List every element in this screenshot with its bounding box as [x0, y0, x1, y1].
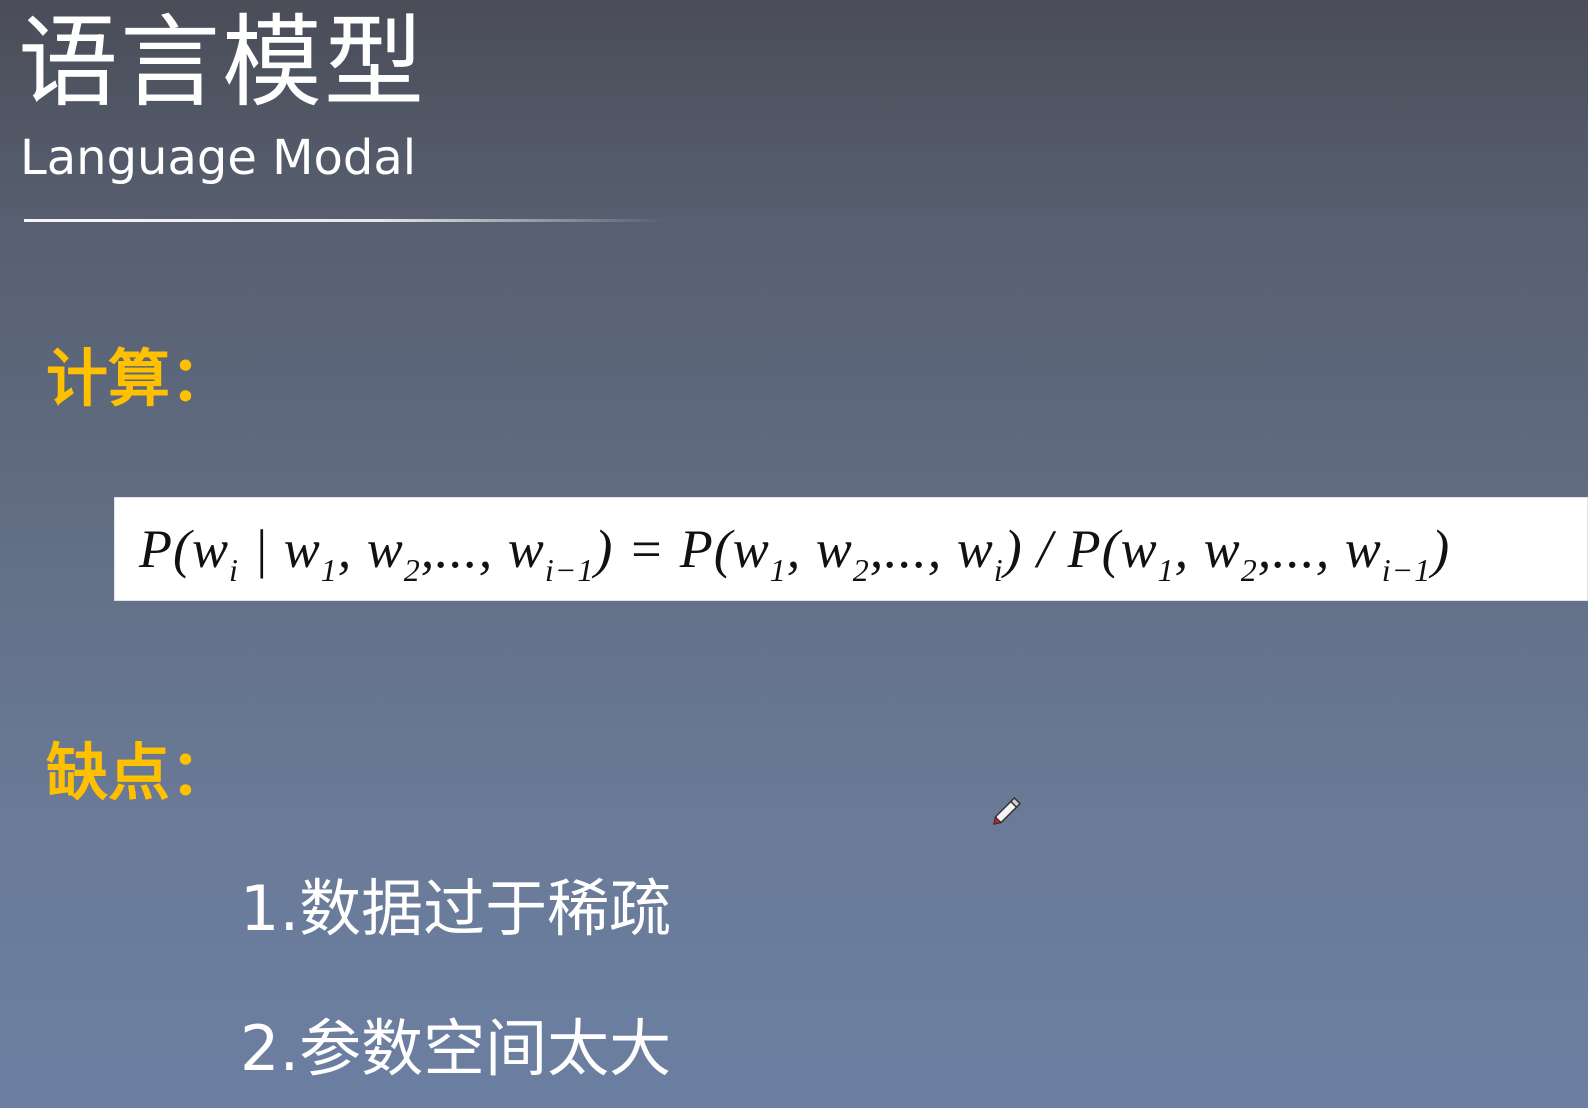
cons-heading: 缺点：	[46, 736, 233, 809]
cons-item-1: 1.数据过于稀疏	[240, 872, 672, 945]
formula: P(wi | w1, w2,..., wi−1) = P(w1, w2,...,…	[139, 509, 1450, 589]
formula-box: P(wi | w1, w2,..., wi−1) = P(w1, w2,...,…	[114, 497, 1588, 601]
pen-cursor-icon	[993, 796, 1022, 825]
formula-subscript: i−1	[544, 552, 595, 588]
formula-subscript: 1	[320, 552, 338, 588]
formula-subscript: 2	[403, 552, 421, 588]
formula-subscript: i−1	[1381, 552, 1432, 588]
title-divider	[24, 219, 664, 222]
cons-item-2: 2.参数空间太大	[240, 1012, 672, 1085]
formula-subscript: i	[993, 552, 1004, 588]
formula-part: ) / P(w	[1003, 519, 1158, 579]
formula-subscript: 1	[1157, 552, 1175, 588]
formula-part: | w	[238, 519, 321, 579]
formula-part: , w	[786, 519, 853, 579]
formula-part: , w	[337, 519, 404, 579]
slide: 语言模型 Language Modal 计算： P(wi | w1, w2,..…	[0, 0, 1588, 1108]
formula-part: ,..., w	[420, 519, 545, 579]
formula-part: )	[1431, 519, 1451, 579]
formula-part: ,..., w	[869, 519, 994, 579]
compute-heading: 计算：	[46, 342, 233, 415]
page-subtitle: Language Modal	[20, 130, 417, 186]
formula-subscript: 1	[769, 552, 787, 588]
formula-part: P(w	[139, 519, 229, 579]
page-title: 语言模型	[18, 4, 426, 121]
formula-subscript: i	[229, 552, 239, 588]
formula-subscript: 2	[852, 552, 870, 588]
formula-part: , w	[1174, 519, 1241, 579]
formula-part: ,..., w	[1257, 519, 1382, 579]
formula-subscript: 2	[1240, 552, 1258, 588]
formula-part: ) = P(w	[594, 519, 770, 579]
